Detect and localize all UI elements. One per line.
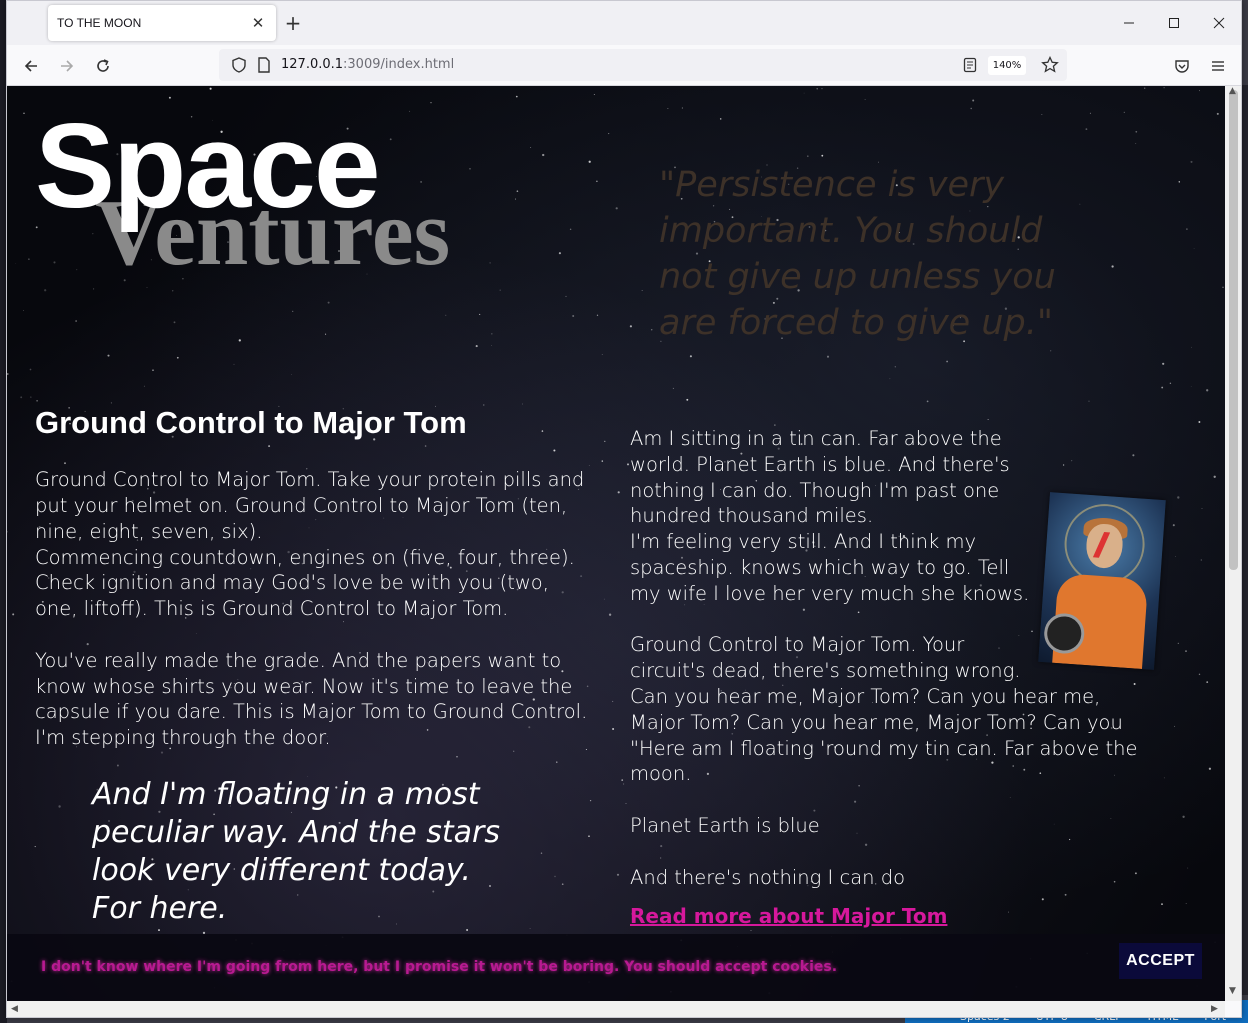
scroll-up-icon[interactable]: ▲ — [1229, 86, 1236, 96]
read-more-link[interactable]: Read more about Major Tom — [630, 904, 947, 928]
scrollbar-thumb[interactable] — [1229, 90, 1238, 570]
new-tab-button[interactable]: + — [281, 11, 305, 35]
major-tom-image — [1038, 492, 1166, 670]
scroll-left-icon[interactable]: ◀ — [11, 1004, 18, 1014]
forward-arrow-icon[interactable] — [52, 51, 82, 81]
cookie-banner: I don't know where I'm going from here, … — [7, 934, 1225, 1001]
cookie-message: I don't know where I'm going from here, … — [41, 959, 838, 975]
accept-cookies-button[interactable]: ACCEPT — [1119, 943, 1202, 979]
tab-title: TO THE MOON — [57, 16, 142, 30]
back-arrow-icon[interactable] — [16, 51, 46, 81]
zoom-level[interactable]: 140% — [988, 56, 1026, 75]
reload-icon[interactable] — [88, 51, 118, 81]
url-bar[interactable]: 127.0.0.1:3009/index.html 140% — [219, 49, 1067, 81]
page-icon[interactable] — [257, 57, 271, 77]
tab-active[interactable]: TO THE MOON ✕ — [48, 5, 276, 41]
reader-view-icon[interactable] — [963, 57, 977, 77]
paragraph: Commencing countdown, engines on (five, … — [35, 545, 575, 621]
header-quote: "Persistence is very important. You shou… — [659, 165, 1056, 343]
pocket-icon[interactable] — [1167, 51, 1197, 81]
bookmark-star-icon[interactable] — [1041, 55, 1059, 78]
scroll-right-icon[interactable]: ▶ — [1211, 1004, 1218, 1014]
scroll-down-icon[interactable]: ▼ — [1229, 986, 1236, 996]
close-icon[interactable]: ✕ — [246, 11, 270, 35]
web-page: Ventures Space "Persistence is very impo… — [7, 86, 1225, 1001]
browser-window: TO THE MOON ✕ + 127.0.0.1:3009/index.htm… — [6, 0, 1242, 1018]
right-column: Am I sitting in a tin can. Far above the… — [630, 426, 1166, 928]
shield-icon[interactable] — [231, 57, 247, 77]
floating-blockquote: And I'm floating in a most peculiar way.… — [92, 777, 500, 926]
paragraph: You've really made the grade. And the pa… — [35, 648, 588, 750]
horizontal-scrollbar[interactable]: ◀ ▶ — [7, 1001, 1225, 1017]
tab-strip: TO THE MOON ✕ + — [7, 1, 1241, 45]
close-window-icon[interactable] — [1199, 9, 1239, 37]
left-column: Ground Control to Major Tom Ground Contr… — [35, 404, 595, 751]
url-text[interactable]: 127.0.0.1:3009/index.html — [281, 57, 454, 72]
paragraph: And there's nothing I can do — [630, 865, 906, 889]
logo-space: Space — [35, 99, 381, 233]
paragraph: Ground Control to Major Tom. Take your p… — [35, 468, 585, 543]
maximize-icon[interactable] — [1154, 9, 1194, 37]
url-host: 127.0.0.1 — [281, 57, 344, 72]
url-path: :3009/index.html — [343, 57, 455, 72]
menu-icon[interactable] — [1203, 51, 1233, 81]
nav-bar: 127.0.0.1:3009/index.html 140% — [7, 45, 1241, 86]
section-heading: Ground Control to Major Tom — [35, 405, 467, 440]
minimize-icon[interactable] — [1109, 9, 1149, 37]
vertical-scrollbar[interactable]: ▲ ▼ — [1225, 86, 1241, 1001]
paragraph: Planet Earth is blue — [630, 813, 820, 837]
